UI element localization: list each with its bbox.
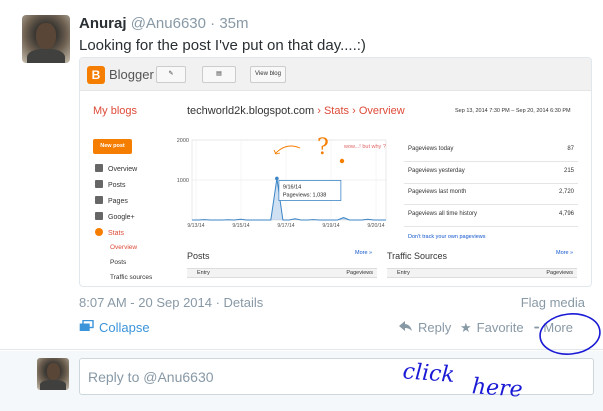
chart-x-tick-label: 9/13/14	[187, 223, 204, 229]
breadcrumb-overview: Overview	[358, 105, 405, 117]
annotation-text: wow...! but why ?	[343, 144, 386, 150]
author-full-name[interactable]: Anuraj	[79, 15, 127, 32]
nav-sub-overview: Overview	[110, 244, 138, 251]
posts-more-link: More »	[355, 250, 373, 256]
traffic-table-header: Entry Pageviews	[387, 268, 577, 278]
divider	[404, 226, 578, 227]
author-avatar[interactable]	[22, 15, 70, 63]
tweet-timestamp-row: 8:07 AM - 20 Sep 2014 · Details	[79, 295, 263, 310]
chart-tooltip-date: 9/16/14	[283, 184, 301, 190]
nav-overview: Overview	[95, 164, 137, 173]
breadcrumb-stats: Stats	[323, 105, 350, 117]
collapse-icon	[79, 319, 94, 335]
reply-input[interactable]	[79, 358, 594, 395]
divider	[404, 183, 578, 184]
pages-icon: ▤	[202, 66, 236, 83]
col-pageviews: Pageviews	[346, 270, 373, 276]
tweet-relative-time[interactable]: · 35m	[210, 15, 248, 32]
separator: ·	[211, 295, 224, 310]
pages-icon	[95, 196, 103, 204]
chart-highlight-point	[275, 176, 279, 181]
details-link[interactable]: Details	[224, 295, 264, 310]
col-entry: Entry	[197, 270, 210, 276]
my-blogs-link: My blogs	[93, 105, 138, 117]
nav-google-plus: Google+	[95, 212, 135, 221]
tweet-media-image[interactable]: B Blogger ✎ ▤ View blog My blogs techwor…	[79, 57, 592, 287]
reply-icon	[399, 320, 413, 335]
date-range: Sep 13, 2014 7:30 PM – Sep 20, 2014 6:30…	[455, 108, 571, 114]
nav-stats: Stats	[95, 228, 124, 237]
more-button[interactable]: ••• More	[534, 320, 573, 335]
chart-y-tick-label: 1000	[177, 178, 189, 184]
traffic-sources-title: Traffic Sources	[387, 251, 448, 261]
posts-table-header: Entry Pageviews	[187, 268, 377, 278]
divider	[404, 161, 578, 162]
nav-pages: Pages	[95, 196, 128, 205]
current-user-avatar	[37, 358, 69, 390]
col-pageviews: Pageviews	[546, 270, 573, 276]
stat-row: Pageviews last month 2,720	[408, 189, 574, 195]
blogger-app-name: Blogger	[109, 67, 154, 82]
blog-url: techworld2k.blogspot.com	[187, 105, 315, 117]
chart-x-tick-label: 9/15/14	[232, 223, 249, 229]
chart-y-tick-label: 2000	[177, 138, 189, 144]
stat-row: Pageviews all time history 4,796	[408, 211, 574, 217]
tweet-timestamp[interactable]: 8:07 AM - 20 Sep 2014	[79, 295, 212, 310]
chart-x-tick-label: 9/17/14	[277, 223, 294, 229]
more-dots-icon: •••	[534, 325, 539, 332]
traffic-more-link: More »	[556, 250, 574, 256]
posts-icon	[95, 180, 103, 188]
collapse-button[interactable]: Collapse	[79, 319, 150, 335]
blogger-topbar: B Blogger ✎ ▤ View blog	[80, 58, 591, 91]
blogger-logo-icon: B	[87, 66, 105, 84]
breadcrumb-separator: ›	[314, 105, 324, 117]
flag-media-link[interactable]: Flag media	[521, 295, 585, 310]
reply-button[interactable]: Reply	[399, 320, 451, 335]
chart-tooltip-value: Pageviews: 1,038	[283, 192, 326, 198]
dont-track-link: Don't track your own pageviews	[408, 234, 486, 240]
star-icon: ★	[460, 320, 472, 335]
annotation-question-mark: ?	[317, 135, 329, 160]
divider	[404, 204, 578, 205]
chart-x-tick-label: 9/19/14	[322, 223, 339, 229]
tweet: Anuraj @Anu6630 · 35m Looking for the po…	[0, 0, 603, 350]
overview-icon	[95, 164, 103, 172]
stat-row: Pageviews today 87	[408, 146, 574, 152]
breadcrumb: techworld2k.blogspot.com › Stats › Overv…	[187, 105, 405, 117]
tweet-header: Anuraj @Anu6630 · 35m	[79, 15, 249, 32]
posts-section-title: Posts	[187, 251, 210, 261]
breadcrumb-separator: ›	[349, 105, 359, 117]
nav-sub-posts: Posts	[110, 259, 127, 266]
new-post-button: New post	[93, 139, 132, 154]
nav-sub-traffic-sources: Traffic sources	[110, 274, 153, 281]
tweet-text: Looking for the post I've put on that da…	[79, 37, 366, 54]
chart-x-tick-label: 9/20/14	[367, 223, 384, 229]
nav-posts: Posts	[95, 180, 126, 189]
author-screen-name[interactable]: @Anu6630	[131, 15, 206, 32]
stats-icon	[95, 228, 103, 236]
view-blog-button: View blog	[250, 66, 286, 83]
pageviews-chart: 2000 1000 9/13/14 9/15/14 9/17/14 9/19/14 9/20…	[177, 135, 387, 229]
google-plus-icon	[95, 212, 103, 220]
col-entry: Entry	[397, 270, 410, 276]
favorite-button[interactable]: ★ Favorite	[460, 320, 524, 336]
stat-row: Pageviews yesterday 215	[408, 168, 574, 174]
pencil-icon: ✎	[156, 66, 186, 83]
annotation-dot	[339, 158, 345, 164]
